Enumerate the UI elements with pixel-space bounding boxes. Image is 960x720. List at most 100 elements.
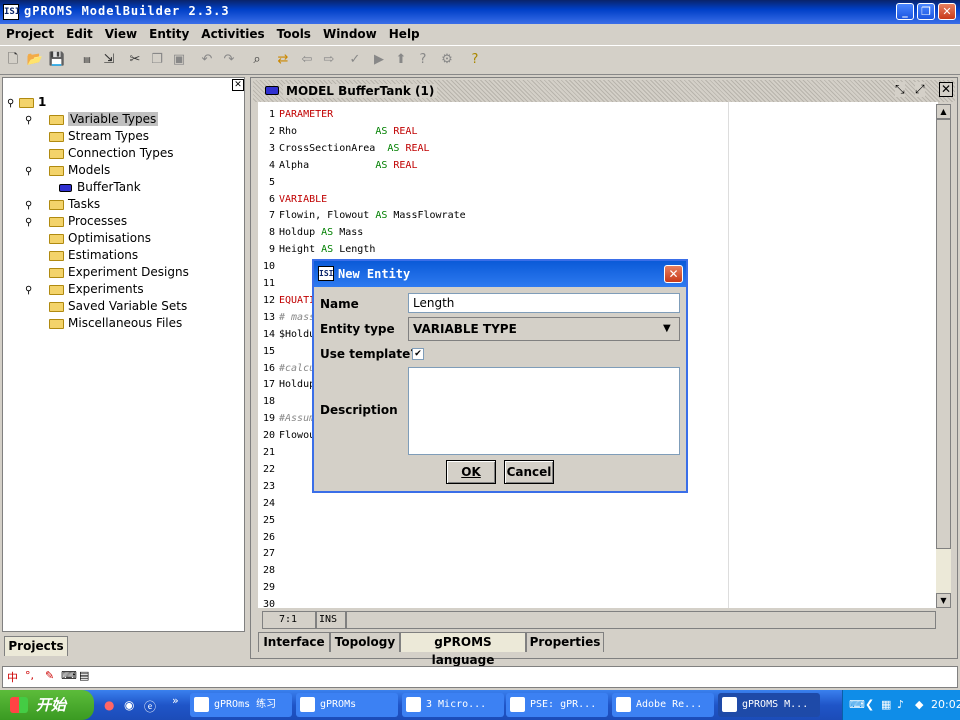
scroll-thumb[interactable]	[936, 119, 951, 549]
copy-icon[interactable]: ❐	[148, 51, 166, 69]
paste-icon[interactable]: ▣	[170, 51, 188, 69]
menu-entity[interactable]: Entity	[143, 24, 195, 41]
new-icon[interactable]: 🗋	[4, 51, 22, 69]
forward-icon[interactable]: ⇨	[320, 51, 338, 69]
tray-icon-network[interactable]: ▦	[881, 690, 891, 720]
tab-interface[interactable]: Interface	[258, 632, 330, 652]
new-entity-dialog: ISI New Entity ✕ Name Length Entity type…	[312, 259, 688, 493]
close-button[interactable]: ✕	[938, 3, 956, 20]
dialog-app-icon: ISI	[318, 266, 334, 281]
line-number: 8	[268, 227, 275, 239]
pml-icon[interactable]: ▤	[78, 51, 96, 69]
menu-tools[interactable]: Tools	[271, 24, 317, 41]
menu-project[interactable]: Project	[0, 24, 60, 41]
toolbar: 🗋 📂 💾 ▤ ⇲ ✂ ❐ ▣ ↶ ↷ ⌕ ⇄ ⇦ ⇨ ✓ ▶ ⬆ ? ⚙ ?	[0, 47, 960, 75]
tree-item[interactable]: Saved Variable Sets	[25, 298, 187, 314]
save-icon[interactable]: 💾	[48, 51, 66, 69]
replace-icon[interactable]: ⇄	[274, 51, 292, 69]
check-icon[interactable]: ✓	[346, 51, 364, 69]
tree-item[interactable]: ⚲ Variable Types	[25, 111, 159, 129]
tree-item[interactable]: Miscellaneous Files	[25, 315, 182, 331]
tree-item[interactable]: ⚲ Models	[25, 162, 110, 178]
menu-edit[interactable]: Edit	[60, 24, 99, 41]
dialog-close-button[interactable]: ✕	[664, 265, 683, 283]
help-query-icon[interactable]: ?	[414, 51, 432, 69]
cancel-button[interactable]: Cancel	[504, 460, 554, 484]
use-template-checkbox[interactable]: ✔	[412, 348, 424, 360]
taskbar-button[interactable]: PSE: gPR...	[506, 693, 608, 717]
menu-help[interactable]: Help	[383, 24, 426, 41]
tree-item[interactable]: Experiment Designs	[25, 264, 189, 280]
run-icon[interactable]: ▶	[370, 51, 388, 69]
keyboard-icon[interactable]: ⌨	[61, 669, 77, 682]
folder-icon	[49, 199, 64, 210]
taskbar-button[interactable]: 3 Micro...	[402, 693, 504, 717]
tray-icon-keyboard[interactable]: ⌨	[849, 690, 865, 720]
find-icon[interactable]: ⌕	[248, 51, 266, 69]
folder-icon	[194, 697, 209, 712]
tree-item[interactable]: Connection Types	[25, 145, 174, 161]
tree-item[interactable]: Stream Types	[25, 128, 149, 144]
description-textarea[interactable]	[408, 367, 680, 455]
chevron-down-icon[interactable]: ▼	[663, 320, 671, 338]
tree-item[interactable]: BufferTank	[59, 179, 141, 195]
line-number: 9	[268, 244, 275, 256]
redo-icon[interactable]: ↷	[220, 51, 238, 69]
expander-key-icon[interactable]: ⚲	[7, 96, 19, 112]
code-text: #Assum	[279, 410, 315, 427]
tab-projects[interactable]: Projects	[4, 636, 68, 656]
tab-properties[interactable]: Properties	[526, 632, 604, 652]
ime-punct-icon[interactable]: °,	[25, 669, 34, 682]
tree-item[interactable]: ⚲ Experiments	[25, 281, 144, 297]
tray-icon-shield[interactable]: ◆	[915, 690, 923, 720]
import-icon[interactable]: ⇲	[100, 51, 118, 69]
ime-menu-icon[interactable]: ▤	[79, 669, 89, 682]
tree-item[interactable]: ⚲ Processes	[25, 213, 127, 229]
tray-icon-volume[interactable]: ♪	[897, 690, 904, 720]
run-debug-icon[interactable]: ⚙	[438, 51, 456, 69]
tray-icon-arrow[interactable]: ❮	[865, 690, 874, 720]
tree-item[interactable]: Optimisations	[25, 230, 151, 246]
tab-gproms-language[interactable]: gPROMS language	[400, 632, 526, 667]
expander-key-icon[interactable]: ⚲	[25, 198, 37, 214]
maximize-button[interactable]: ❐	[917, 3, 935, 20]
editor-scrollbar[interactable]: ▲ ▼	[936, 104, 951, 608]
menu-window[interactable]: Window	[317, 24, 383, 41]
taskbar-button[interactable]: gPROms 练习	[190, 693, 292, 717]
taskbar-button[interactable]: Adobe Re...	[612, 693, 714, 717]
taskbar-button[interactable]: gPROMS M...	[718, 693, 820, 717]
code-text: #calcu	[279, 360, 315, 377]
tree-root[interactable]: ⚲ 1	[7, 94, 46, 110]
name-input[interactable]: Length	[408, 293, 680, 313]
tab-topology[interactable]: Topology	[330, 632, 400, 652]
back-icon[interactable]: ⇦	[298, 51, 316, 69]
expander-key-icon[interactable]: ⚲	[25, 113, 37, 129]
line-number: 24	[262, 497, 275, 509]
scroll-up-arrow-icon[interactable]: ▲	[936, 104, 951, 119]
expander-key-icon[interactable]: ⚲	[25, 164, 37, 180]
entity-type-select[interactable]: VARIABLE TYPE ▼	[408, 317, 680, 341]
line-number: 27	[262, 548, 275, 560]
editor-title: MODEL BufferTank (1)	[283, 84, 438, 98]
open-icon[interactable]: 📂	[26, 51, 44, 69]
code-text: # mass	[279, 309, 315, 326]
restore-icon[interactable]: ⤡	[895, 82, 905, 97]
ime-pen-icon[interactable]: ✎	[45, 669, 54, 682]
expander-key-icon[interactable]: ⚲	[25, 283, 37, 299]
cut-icon[interactable]: ✂	[126, 51, 144, 69]
up-icon[interactable]: ⬆	[392, 51, 410, 69]
taskbar-button[interactable]: gPROMs	[296, 693, 398, 717]
maximize-icon[interactable]: ⤢	[915, 82, 925, 97]
menu-view[interactable]: View	[99, 24, 143, 41]
tree-item[interactable]: ⚲ Tasks	[25, 196, 100, 212]
undo-icon[interactable]: ↶	[198, 51, 216, 69]
tree-item[interactable]: Estimations	[25, 247, 138, 263]
menu-activities[interactable]: Activities	[195, 24, 270, 41]
ok-button[interactable]: OK	[446, 460, 496, 484]
scroll-down-arrow-icon[interactable]: ▼	[936, 593, 951, 608]
minimize-button[interactable]: _	[896, 3, 914, 20]
close-icon[interactable]: ✕	[939, 82, 953, 97]
expander-key-icon[interactable]: ⚲	[25, 215, 37, 231]
help-icon[interactable]: ?	[466, 51, 484, 69]
ime-icon[interactable]: 中	[7, 669, 18, 685]
